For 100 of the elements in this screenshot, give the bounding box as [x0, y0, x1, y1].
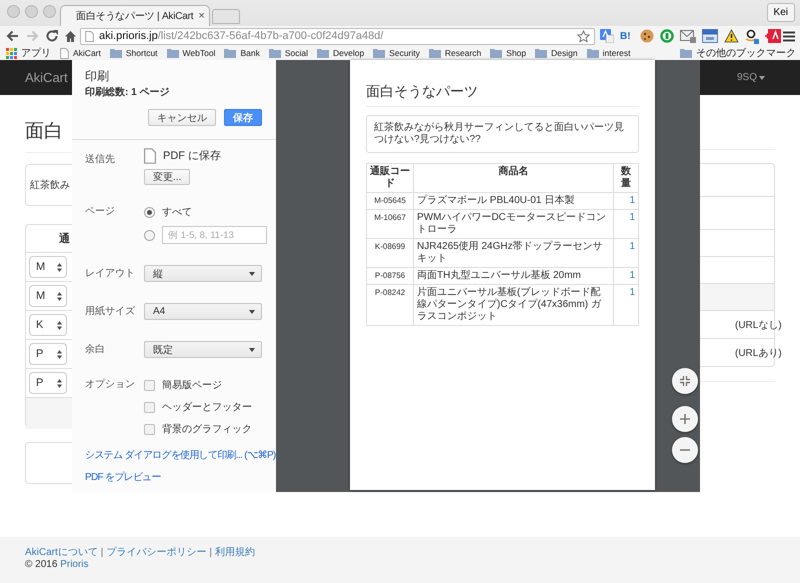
description-text: 紅茶飲みながら秋月サーフィンしてると面白いパーツ見つけない?見つけない??: [374, 122, 625, 146]
column-header: 数量: [614, 164, 638, 192]
profile-button[interactable]: Kei: [766, 3, 795, 22]
bookmark-star-icon[interactable]: [577, 30, 590, 42]
folder-icon: [110, 48, 122, 58]
brand-link[interactable]: AkiCart: [25, 70, 68, 85]
radio-label: すべて: [162, 206, 192, 219]
bookmark-item[interactable]: Security: [389, 48, 420, 58]
separator-text: |: [100, 547, 104, 558]
table-cell: NJR4265使用 24GHz帯ドップラーセンサキット: [414, 238, 614, 268]
select-field[interactable]: K: [29, 314, 67, 336]
folder-icon: [428, 48, 441, 58]
field-label: 用紙サイズ: [85, 305, 136, 319]
caret-icon: [249, 348, 255, 352]
address-bar[interactable]: aki.prioris.jp/list/242bc637-56af-4b7b-a700-c0f24d97a48d/: [80, 28, 595, 44]
user-menu[interactable]: 9SQ: [736, 72, 757, 83]
minus-icon: [680, 449, 690, 451]
table-cell: 1: [614, 284, 638, 326]
warning-icon[interactable]: [724, 29, 739, 43]
spinner-icon: [57, 378, 62, 388]
dropdown[interactable]: A4: [144, 303, 262, 320]
bookmark-item[interactable]: Shop: [506, 48, 526, 58]
select-field[interactable]: P: [29, 343, 67, 365]
change-button[interactable]: 変更...: [144, 169, 190, 185]
bookmark-item[interactable]: Develop: [332, 48, 364, 58]
bookmark-item[interactable]: アプリ: [21, 46, 51, 60]
checkbox-label: 背景のグラフィック: [162, 422, 252, 436]
fit-icon: [680, 376, 690, 386]
bookmark-folder[interactable]: その他のブックマーク: [696, 46, 796, 60]
back-icon[interactable]: [5, 29, 20, 43]
separator-text: |: [209, 547, 212, 558]
dialog-link[interactable]: システム ダイアログを使用して印刷... (⌥⌘P): [85, 450, 276, 461]
field-label: 余白: [85, 343, 106, 357]
copyright-text: © 2016: [25, 559, 58, 570]
table-cell: M-10667: [366, 210, 414, 238]
menu-icon[interactable]: [783, 30, 795, 42]
panel-title: 印刷: [85, 69, 110, 83]
document-icon: [85, 30, 94, 42]
checkbox[interactable]: [144, 380, 155, 390]
footer-link[interactable]: AkiCartについて: [25, 547, 98, 558]
bookmark-item[interactable]: AkiCart: [73, 48, 101, 58]
folder-icon: [224, 48, 236, 58]
caret-icon: [249, 272, 255, 276]
page-count-text: 印刷総数: 1 ページ: [85, 87, 170, 99]
zoom-in-button[interactable]: [672, 406, 698, 432]
field-label: オプション: [85, 378, 136, 392]
table-cell: 1: [614, 268, 638, 284]
tab-close-button[interactable]: ×: [198, 10, 205, 22]
fit-to-page-button[interactable]: [672, 368, 698, 394]
table-cell: K-08699: [366, 238, 414, 268]
bookmark-item[interactable]: Shortcut: [126, 48, 158, 58]
bookmark-item[interactable]: Social: [284, 48, 308, 58]
bookmark-item[interactable]: WebTool: [182, 48, 216, 58]
bookmark-item[interactable]: interest: [602, 48, 630, 58]
cancel-button[interactable]: キャンセル: [148, 109, 216, 126]
radio-button[interactable]: [144, 206, 155, 218]
footer-link[interactable]: プライバシーポリシー: [106, 547, 206, 558]
checkbox[interactable]: [144, 402, 155, 412]
checkbox-label: ヘッダーとフッター: [162, 401, 252, 414]
column-header: 通: [59, 232, 70, 246]
radio-button[interactable]: [144, 230, 155, 240]
reload-icon[interactable]: [45, 29, 59, 43]
dialog-link[interactable]: PDF をプレビュー: [85, 472, 161, 483]
table-cell: プラズマボール PBL40U-01 日本製: [414, 192, 614, 210]
checkbox-label: 簡易版ページ: [162, 379, 222, 392]
description-text: 紅茶飲み: [30, 178, 70, 192]
select-field[interactable]: M: [29, 285, 67, 307]
bookmark-item[interactable]: Design: [551, 48, 578, 58]
bookmark-item[interactable]: Bank: [240, 48, 260, 58]
caret-icon: [759, 76, 765, 80]
ring-icon[interactable]: [660, 29, 674, 43]
spinner-icon: [57, 350, 62, 358]
document-icon: [144, 148, 156, 164]
letter-tile-icon[interactable]: [765, 29, 781, 43]
apps-grid-icon: [6, 48, 17, 58]
table-cell: PWMハイパワーDCモータースピードコントローラ: [414, 210, 614, 238]
dropdown[interactable]: 縦: [144, 265, 262, 282]
smile-arrow-icon[interactable]: [745, 28, 759, 44]
table-cell: M-05645: [366, 192, 414, 210]
page-range-field[interactable]: 例 1-5, 8, 11-13: [162, 226, 267, 244]
select-field[interactable]: M: [29, 256, 67, 278]
checkbox[interactable]: [144, 424, 155, 434]
spinner-icon: [57, 292, 62, 300]
folder-icon: [586, 48, 599, 58]
calendar-icon[interactable]: [702, 29, 718, 43]
footer-link[interactable]: 利用規約: [215, 547, 256, 558]
mail-icon[interactable]: [680, 29, 696, 43]
browser-tab[interactable]: 面白そうなパーツ | AkiCart ×: [60, 5, 210, 26]
column-header: 商品名: [414, 164, 614, 192]
cookie-icon[interactable]: [640, 29, 654, 43]
table-cell: 1: [614, 238, 638, 268]
company-link[interactable]: Prioris: [60, 559, 89, 570]
home-icon[interactable]: [64, 30, 77, 42]
dropdown[interactable]: 既定: [144, 341, 262, 358]
table-cell-text: (URLなし): [735, 318, 782, 332]
zoom-out-button[interactable]: [672, 437, 698, 463]
translate-icon[interactable]: [600, 29, 614, 43]
select-field[interactable]: P: [29, 372, 67, 394]
bookmark-item[interactable]: Research: [444, 48, 482, 58]
b-logo-button[interactable]: B!: [620, 30, 634, 42]
